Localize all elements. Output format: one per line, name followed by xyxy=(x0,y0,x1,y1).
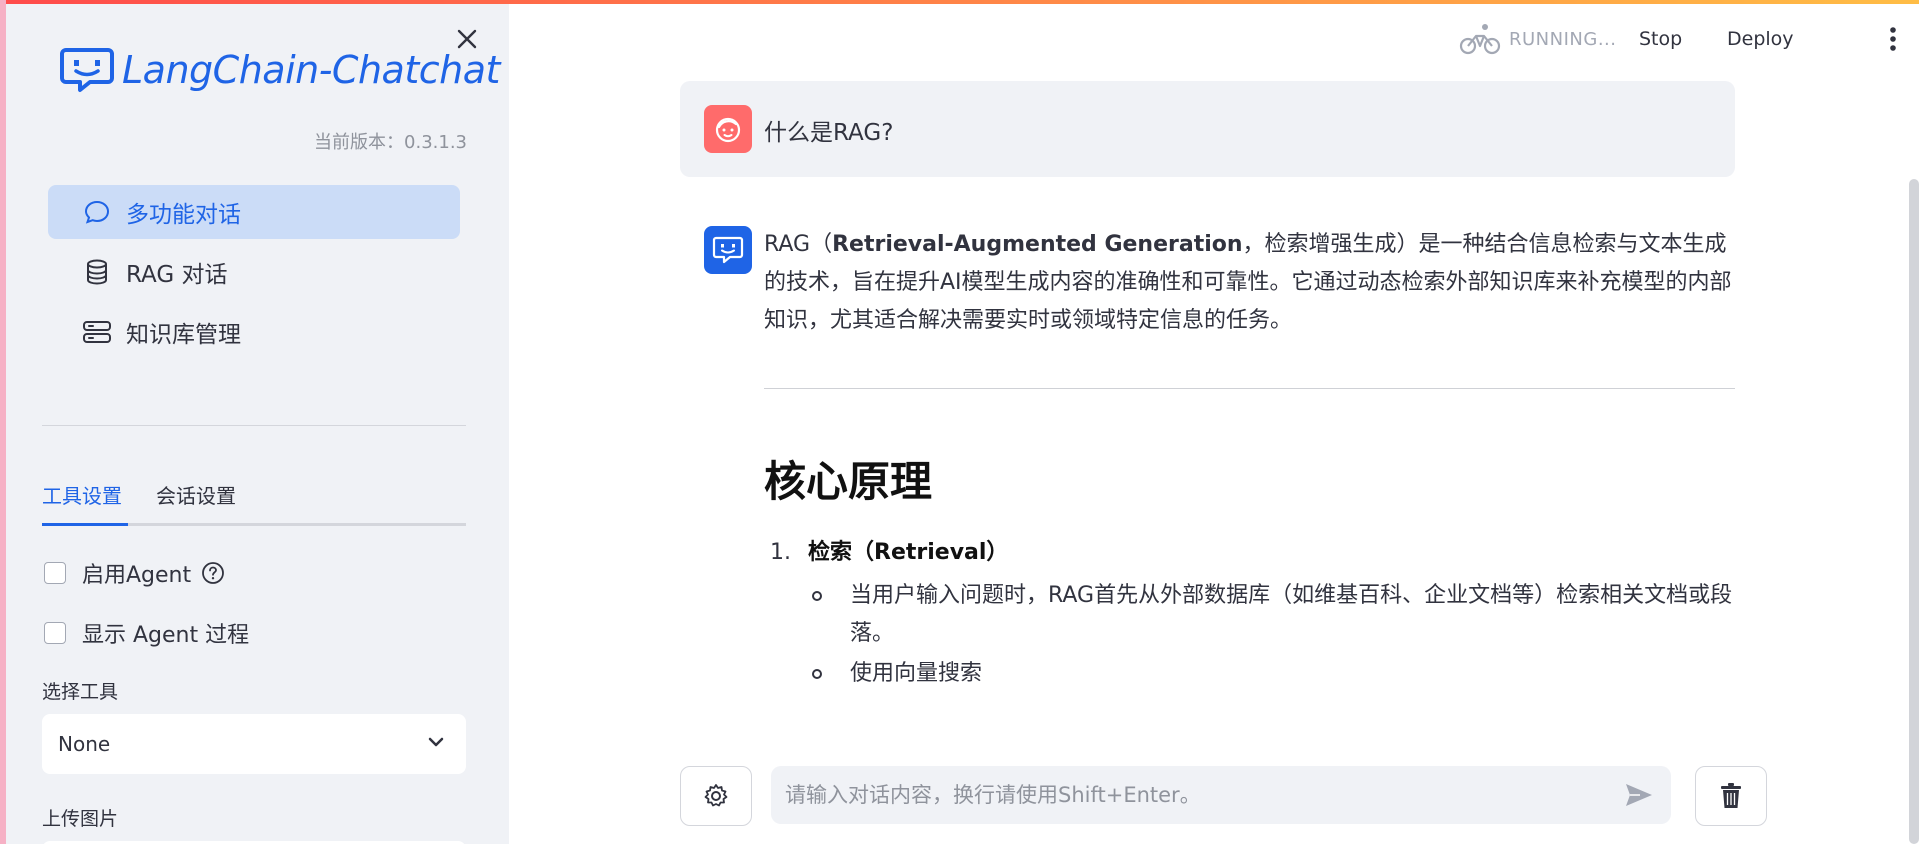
clear-history-button[interactable] xyxy=(1695,766,1767,826)
chat-bubble-icon xyxy=(82,197,112,227)
intro-bold-term: Retrieval-Augmented Generation xyxy=(832,232,1243,257)
help-icon[interactable] xyxy=(201,561,225,585)
user-message-text: 什么是RAG? xyxy=(764,120,894,146)
database-icon xyxy=(82,257,112,287)
assistant-intro-paragraph: RAG（Retrieval-Augmented Generation，检索增强生… xyxy=(764,226,1744,340)
chat-scrollbar[interactable] xyxy=(1909,179,1919,844)
nav-item-label: RAG 对话 xyxy=(126,262,228,288)
show-agent-process-row: 显示 Agent 过程 xyxy=(44,617,249,649)
running-status: RUNNING... xyxy=(1459,22,1617,56)
sidebar: LangChain-Chatchat 当前版本：0.3.1.3 多功能对话 RA… xyxy=(6,4,509,844)
stop-button[interactable]: Stop xyxy=(1639,28,1682,50)
nav-item-rag-chat[interactable]: RAG 对话 xyxy=(48,245,460,299)
assistant-avatar xyxy=(704,226,752,274)
top-toolbar: RUNNING... Stop Deploy xyxy=(1459,20,1919,60)
server-icon xyxy=(82,317,112,347)
enable-agent-label: 启用Agent xyxy=(82,563,192,588)
message-divider xyxy=(764,388,1735,389)
running-status-text: RUNNING... xyxy=(1509,28,1617,50)
chat-input[interactable] xyxy=(771,766,1671,824)
ordered-list-item: 1. 检索（Retrieval） xyxy=(770,534,1008,566)
bicycle-icon xyxy=(1459,24,1501,55)
main-menu-button[interactable] xyxy=(1889,26,1897,56)
tab-session-settings[interactable]: 会话设置 xyxy=(156,480,236,509)
select-tool-value: None xyxy=(58,732,111,756)
show-agent-process-checkbox[interactable] xyxy=(44,622,66,644)
nav-item-knowledge-base[interactable]: 知识库管理 xyxy=(48,305,460,359)
tab-tool-settings[interactable]: 工具设置 xyxy=(42,480,122,509)
select-tool-dropdown[interactable]: None xyxy=(42,714,466,774)
trash-icon xyxy=(1721,783,1741,808)
sidebar-nav: 多功能对话 RAG 对话 知识库管理 xyxy=(48,185,460,365)
logo-text: LangChain-Chatchat xyxy=(122,48,500,92)
nav-item-label: 多功能对话 xyxy=(126,202,241,228)
send-icon xyxy=(1626,784,1652,806)
enable-agent-row: 启用Agent xyxy=(44,557,225,589)
bullet-marker xyxy=(812,591,822,601)
logo-chat-icon xyxy=(60,48,114,92)
sidebar-divider xyxy=(42,425,466,426)
user-message: 什么是RAG? xyxy=(680,81,1735,177)
kebab-menu-icon xyxy=(1890,27,1896,51)
deploy-button[interactable]: Deploy xyxy=(1727,28,1794,50)
bot-chat-icon xyxy=(712,236,744,264)
bullet-item: 当用户输入问题时，RAG首先从外部数据库（如维基百科、企业文档等）检索相关文档或… xyxy=(850,583,1733,646)
gear-icon xyxy=(704,784,728,807)
list-number: 1. xyxy=(770,540,791,565)
nav-item-multi-chat[interactable]: 多功能对话 xyxy=(48,185,460,239)
active-tab-indicator xyxy=(42,523,128,526)
assistant-heading: 核心原理 xyxy=(764,457,933,506)
nav-item-label: 知识库管理 xyxy=(126,322,241,348)
bullet-marker xyxy=(812,669,822,679)
app-logo: LangChain-Chatchat xyxy=(60,44,500,96)
settings-tabs: 工具设置 会话设置 xyxy=(42,480,466,528)
version-text: 当前版本：0.3.1.3 xyxy=(314,132,467,153)
upload-image-label: 上传图片 xyxy=(42,808,119,830)
main-area: RUNNING... Stop Deploy 什么是RAG? RAG（Retri… xyxy=(509,4,1919,844)
user-face-icon xyxy=(715,117,741,143)
intro-prefix: RAG（ xyxy=(764,232,833,257)
send-button[interactable] xyxy=(1624,782,1654,808)
list-item-title: 检索（Retrieval） xyxy=(808,540,1009,565)
enable-agent-checkbox[interactable] xyxy=(44,562,66,584)
select-tool-label: 选择工具 xyxy=(42,681,119,703)
assistant-message: RAG（Retrieval-Augmented Generation，检索增强生… xyxy=(764,226,1744,340)
settings-button[interactable] xyxy=(680,766,752,826)
chevron-down-icon xyxy=(426,732,446,757)
user-avatar xyxy=(704,105,752,153)
show-agent-process-label: 显示 Agent 过程 xyxy=(82,623,250,648)
bullet-item: 使用向量搜索 xyxy=(850,661,983,686)
